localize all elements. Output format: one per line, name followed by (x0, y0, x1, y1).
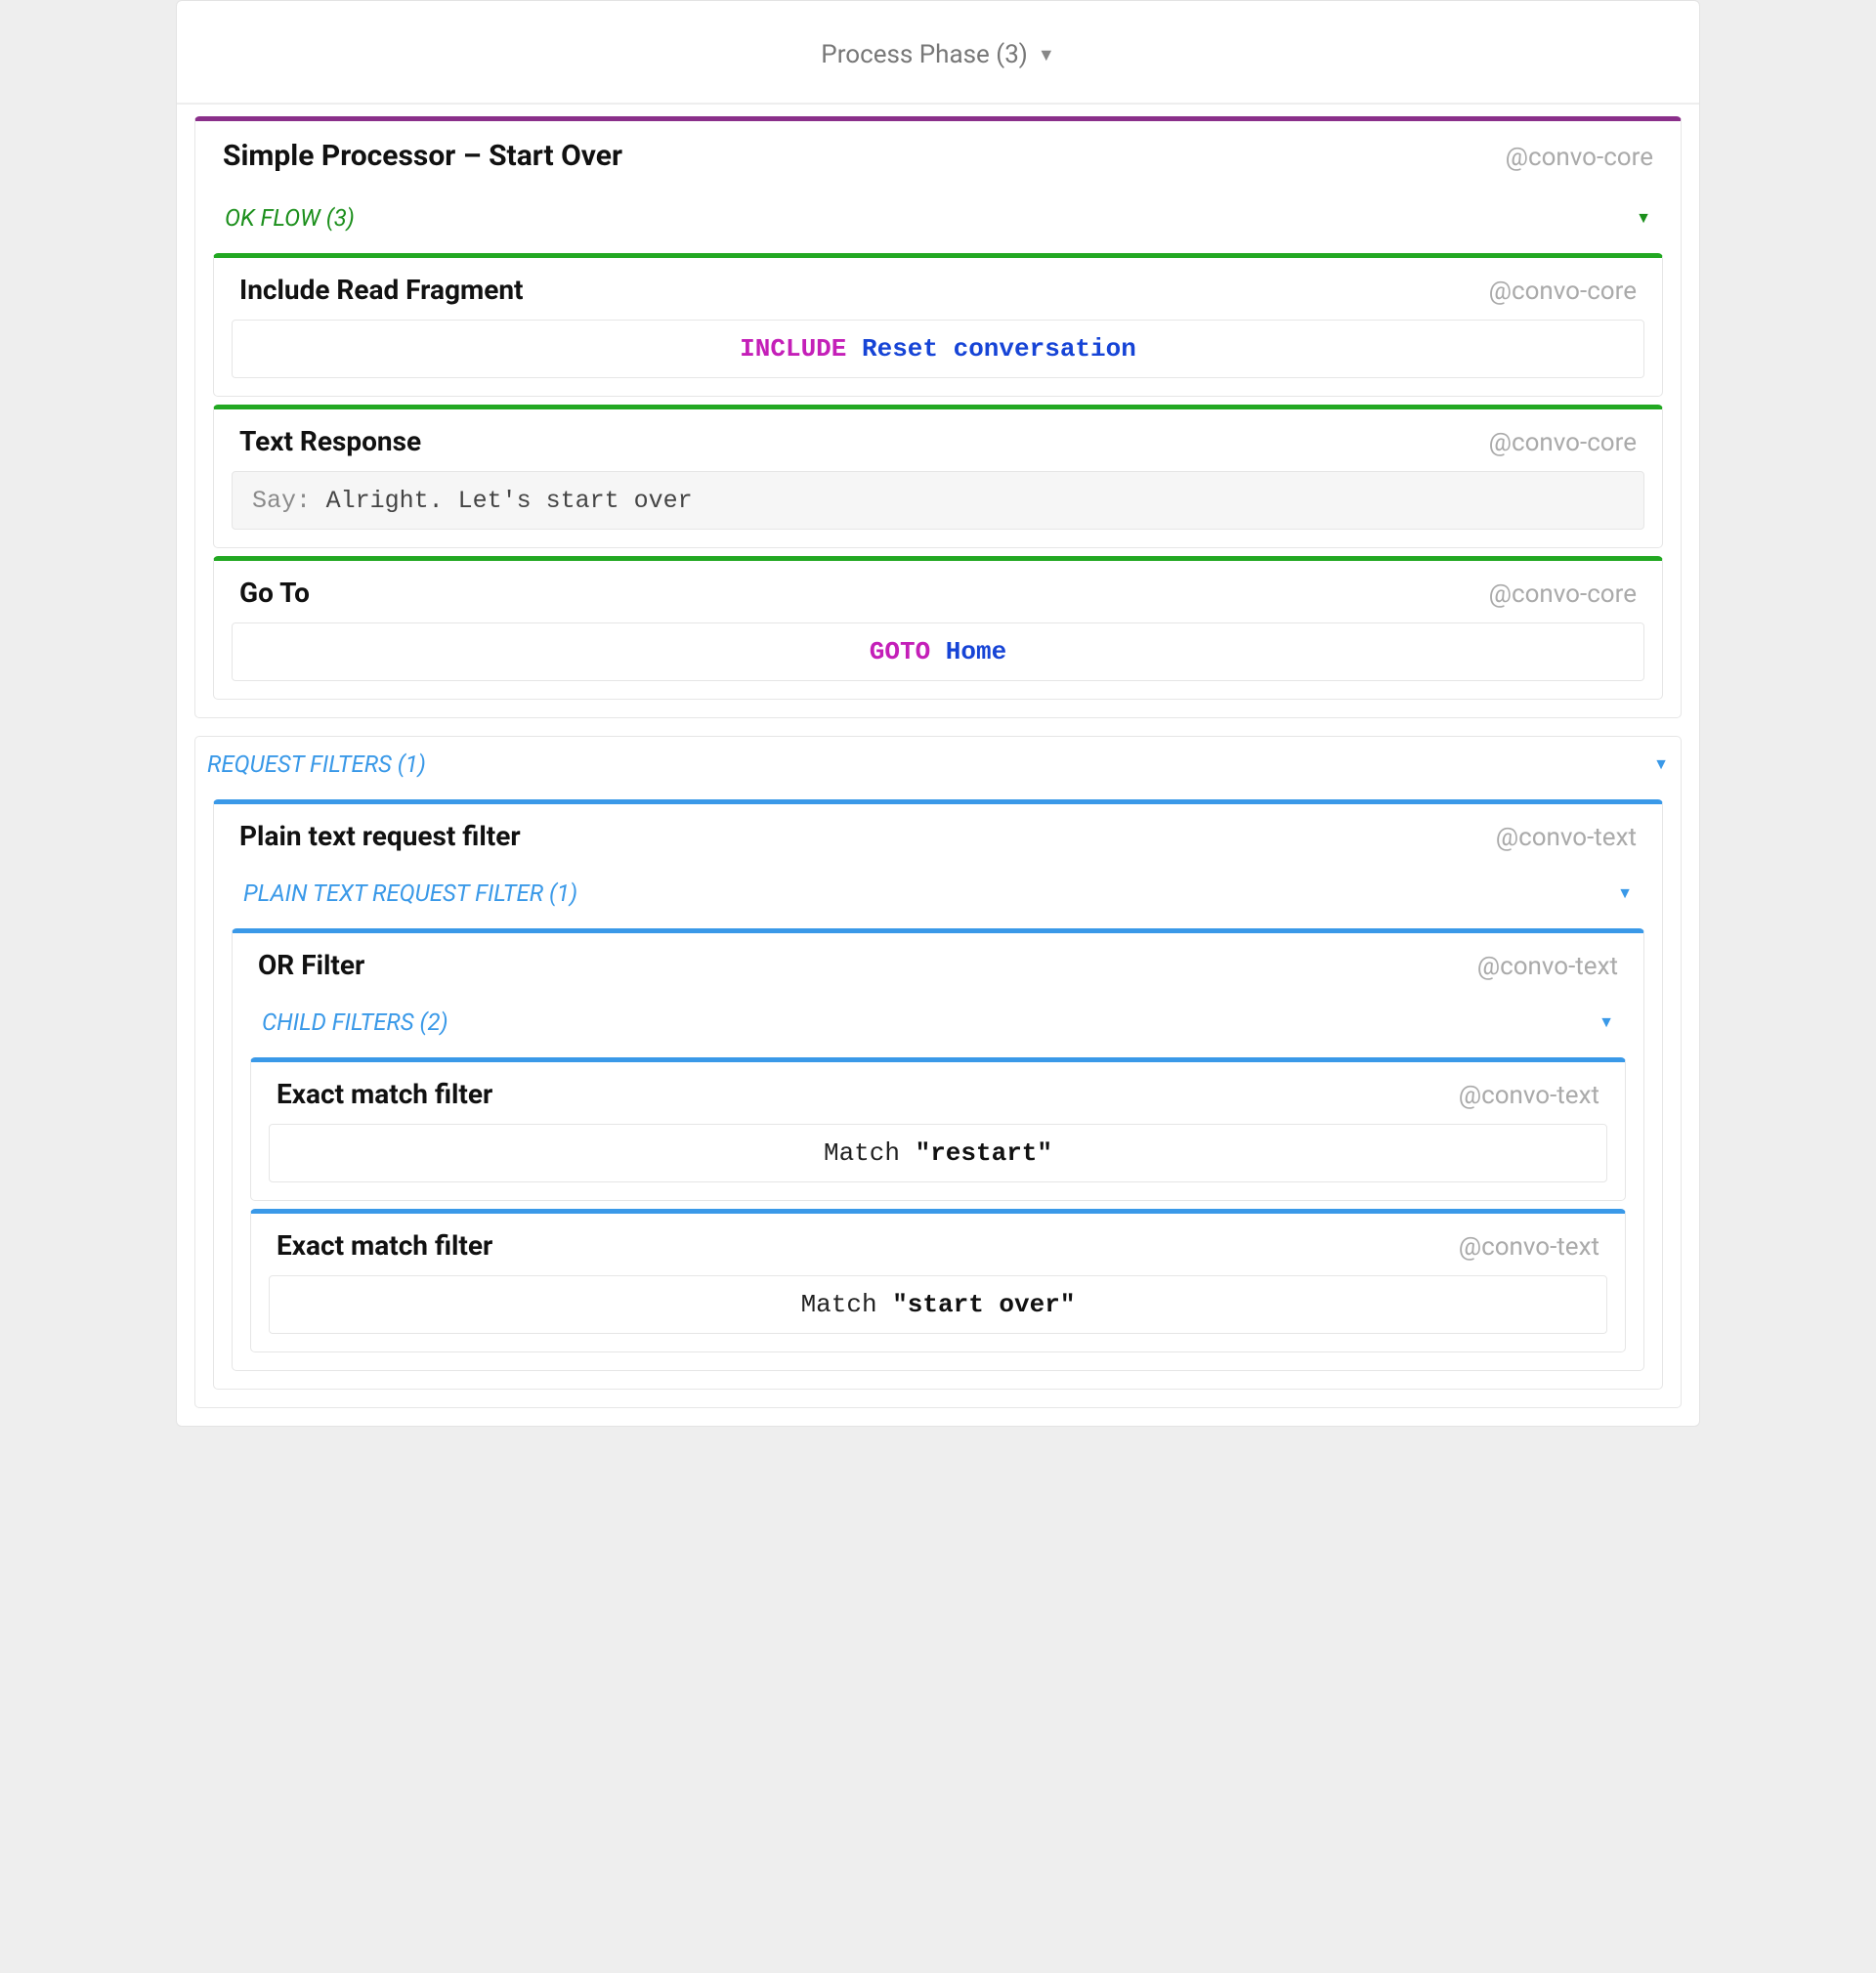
card-provider: @convo-text (1496, 823, 1637, 852)
card-title: Exact match filter (277, 1229, 492, 1262)
match-value: "restart" (916, 1138, 1052, 1168)
goto-statement[interactable]: GOTO Home (232, 622, 1644, 681)
card-provider: @convo-core (1489, 428, 1637, 457)
card-title: Exact match filter (277, 1078, 492, 1110)
card-title: Include Read Fragment (239, 274, 524, 306)
request-filters-label: REQUEST FILTERS (1) (207, 751, 426, 778)
request-filters-toggle[interactable]: REQUEST FILTERS (1) ▼ (195, 737, 1681, 792)
chevron-down-icon: ▼ (1599, 1012, 1614, 1032)
card-title: Plain text request filter (239, 820, 521, 852)
card-provider: @convo-core (1489, 579, 1637, 609)
match-keyword: Match (824, 1138, 900, 1168)
say-input[interactable]: Say: Alright. Let's start over (232, 471, 1644, 530)
include-target: Reset conversation (862, 334, 1136, 364)
child-filters-toggle[interactable]: CHILD FILTERS (2) ▼ (250, 995, 1626, 1050)
phase-card: Process Phase (3) ▼ Simple Processor – S… (176, 0, 1700, 1427)
phase-label: Process Phase (3) (821, 40, 1028, 69)
divider (177, 103, 1699, 105)
ok-flow-label: OK FLOW (3) (225, 204, 355, 232)
goto-card: Go To @convo-core GOTO Home (213, 556, 1663, 700)
phase-dropdown[interactable]: Process Phase (3) ▼ (194, 1, 1682, 103)
processor-card: Simple Processor – Start Over @convo-cor… (194, 116, 1682, 718)
plain-text-inner-label: PLAIN TEXT REQUEST FILTER (1) (243, 879, 577, 907)
say-prefix: Say: (252, 487, 311, 515)
include-keyword: INCLUDE (740, 334, 846, 364)
goto-target: Home (946, 637, 1006, 666)
request-filters-card: REQUEST FILTERS (1) ▼ Plain text request… (194, 736, 1682, 1408)
text-response-card: Text Response @convo-core Say: Alright. … (213, 405, 1663, 548)
card-provider: @convo-text (1459, 1081, 1599, 1110)
child-filters-label: CHILD FILTERS (2) (262, 1008, 448, 1036)
goto-keyword: GOTO (870, 637, 930, 666)
card-title: Go To (239, 577, 310, 609)
match-statement[interactable]: Match "restart" (269, 1124, 1607, 1182)
chevron-down-icon: ▼ (1653, 754, 1669, 774)
include-statement[interactable]: INCLUDE Reset conversation (232, 320, 1644, 378)
card-provider: @convo-text (1477, 952, 1618, 981)
say-value: Alright. Let's start over (326, 487, 693, 515)
card-title: Text Response (239, 425, 421, 457)
card-provider: @convo-text (1459, 1232, 1599, 1262)
chevron-down-icon: ▼ (1038, 45, 1055, 65)
include-fragment-card: Include Read Fragment @convo-core INCLUD… (213, 253, 1663, 397)
exact-match-filter-card: Exact match filter @convo-text Match "st… (250, 1209, 1626, 1352)
match-value: "start over" (892, 1290, 1075, 1319)
card-provider: @convo-core (1489, 277, 1637, 306)
plain-text-filter-card: Plain text request filter @convo-text PL… (213, 799, 1663, 1390)
match-keyword: Match (801, 1290, 877, 1319)
chevron-down-icon: ▼ (1636, 208, 1651, 228)
card-title: OR Filter (258, 949, 364, 981)
match-statement[interactable]: Match "start over" (269, 1275, 1607, 1334)
plain-text-inner-toggle[interactable]: PLAIN TEXT REQUEST FILTER (1) ▼ (232, 866, 1644, 921)
processor-provider: @convo-core (1506, 143, 1653, 172)
or-filter-card: OR Filter @convo-text CHILD FILTERS (2) … (232, 928, 1644, 1371)
ok-flow-toggle[interactable]: OK FLOW (3) ▼ (213, 191, 1663, 245)
exact-match-filter-card: Exact match filter @convo-text Match "re… (250, 1057, 1626, 1201)
chevron-down-icon: ▼ (1617, 883, 1633, 903)
processor-title: Simple Processor – Start Over (223, 139, 622, 173)
